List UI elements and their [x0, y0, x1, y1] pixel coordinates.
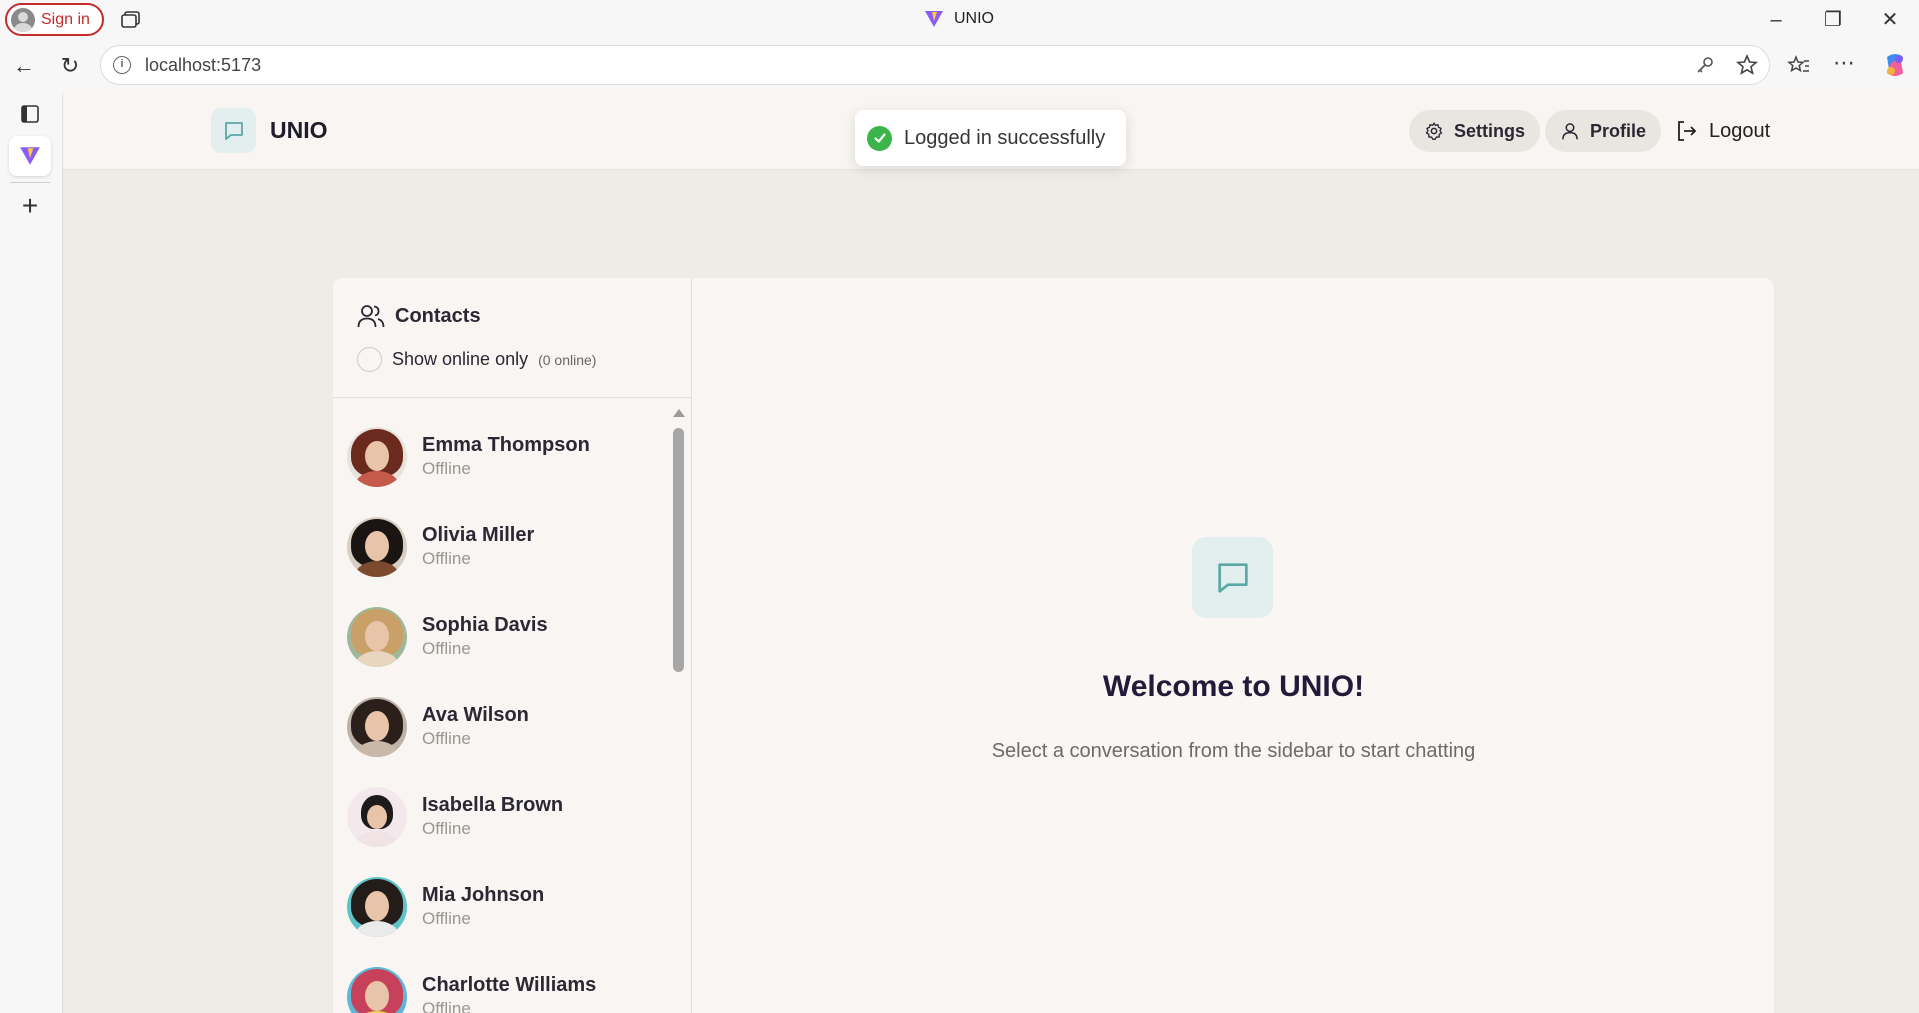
- welcome-title: Welcome to UNIO!: [1102, 670, 1365, 703]
- new-tab-plus-icon[interactable]: +: [16, 192, 44, 221]
- online-only-checkbox[interactable]: [357, 347, 382, 372]
- contact-name: Mia Johnson: [422, 884, 545, 906]
- avatar: [347, 967, 407, 1013]
- back-arrow-icon[interactable]: ←: [10, 52, 38, 80]
- browser-tab-strip: [0, 88, 62, 1013]
- online-only-label[interactable]: Show online only: [392, 349, 528, 370]
- scrollbar-thumb[interactable]: [673, 428, 684, 672]
- avatar: [347, 427, 407, 487]
- contacts-header: Contacts Show online only (0 online): [333, 278, 691, 398]
- toast-message: Logged in successfully: [904, 126, 1106, 149]
- avatar: [347, 787, 407, 847]
- contact-item[interactable]: Mia Johnson Offline: [347, 869, 667, 945]
- close-icon[interactable]: ✕: [1878, 8, 1902, 32]
- contact-item[interactable]: Ava Wilson Offline: [347, 689, 667, 765]
- contact-status: Offline: [422, 639, 471, 658]
- show-online-only-toggle[interactable]: Show online only (0 online): [357, 347, 596, 372]
- contact-name: Ava Wilson: [422, 704, 529, 726]
- brand-chat-icon: [211, 108, 256, 153]
- address-url[interactable]: localhost:5173: [145, 55, 261, 76]
- profile-label: Profile: [1590, 120, 1647, 141]
- copilot-icon[interactable]: [1881, 51, 1909, 79]
- favorites-list-icon[interactable]: [1787, 53, 1811, 77]
- vertical-tab-unio[interactable]: [9, 136, 51, 176]
- contacts-title-text: Contacts: [395, 304, 481, 327]
- contact-item[interactable]: Isabella Brown Offline: [347, 779, 667, 855]
- favorite-star-icon[interactable]: [1735, 53, 1759, 77]
- contact-status: Offline: [422, 549, 471, 568]
- contact-name: Olivia Miller: [422, 524, 535, 546]
- app-root: UNIO Settings Profile Logout Contacts Sh…: [62, 88, 1919, 1013]
- sign-in-label: Sign in: [41, 10, 90, 28]
- user-icon: [1562, 123, 1578, 140]
- contact-status: Offline: [422, 999, 471, 1013]
- gear-icon: [1425, 122, 1443, 140]
- contact-item[interactable]: Charlotte Williams Offline: [347, 959, 667, 1013]
- brand-name: UNIO: [270, 117, 328, 143]
- browser-titlebar: Sign in UNIO – ❐ ✕: [0, 0, 1919, 41]
- contact-name: Emma Thompson: [422, 434, 590, 456]
- avatar: [347, 697, 407, 757]
- profile-button[interactable]: Profile: [1545, 110, 1662, 152]
- scroll-up-arrow-icon[interactable]: [673, 409, 685, 417]
- key-icon[interactable]: [1693, 53, 1717, 77]
- contact-name: Sophia Davis: [422, 614, 548, 636]
- tab-actions-icon[interactable]: [120, 10, 142, 30]
- online-count: (0 online): [538, 351, 597, 368]
- contact-item[interactable]: Emma Thompson Offline: [347, 419, 667, 495]
- logout-icon: [1678, 121, 1697, 141]
- brand[interactable]: UNIO: [211, 108, 328, 153]
- contacts-list: Emma Thompson Offline Olivia Miller Offl…: [333, 399, 691, 1013]
- contact-status: Offline: [422, 819, 471, 838]
- window-title: UNIO: [924, 10, 994, 28]
- site-info-icon[interactable]: i: [113, 56, 131, 74]
- contact-status: Offline: [422, 909, 471, 928]
- address-bar[interactable]: i localhost:5173: [100, 45, 1770, 85]
- tab-strip-divider: [10, 182, 50, 183]
- welcome-chat-icon: [1192, 537, 1273, 618]
- refresh-icon[interactable]: ↻: [56, 52, 84, 80]
- login-success-toast: Logged in successfully: [855, 110, 1126, 166]
- contact-item[interactable]: Olivia Miller Offline: [347, 509, 667, 585]
- contacts-title: Contacts: [357, 303, 481, 329]
- contact-name: Isabella Brown: [422, 794, 564, 816]
- contacts-scrollbar[interactable]: [671, 405, 685, 1013]
- contact-item[interactable]: Sophia Davis Offline: [347, 599, 667, 675]
- contact-status: Offline: [422, 729, 471, 748]
- avatar: [347, 607, 407, 667]
- logout-button[interactable]: Logout: [1660, 110, 1785, 152]
- welcome-panel: Welcome to UNIO! Select a conversation f…: [693, 278, 1774, 1013]
- users-icon: [357, 305, 385, 328]
- avatar: [347, 877, 407, 937]
- minimize-icon[interactable]: –: [1764, 8, 1788, 32]
- profile-avatar-icon: [11, 7, 35, 32]
- vite-logo-icon: [925, 11, 943, 27]
- contact-name: Charlotte Williams: [422, 974, 597, 996]
- contact-status: Offline: [422, 459, 471, 478]
- check-circle-icon: [867, 125, 892, 151]
- more-options-icon[interactable]: ⋯: [1832, 52, 1856, 77]
- vite-tab-icon: [20, 147, 40, 165]
- settings-button[interactable]: Settings: [1409, 110, 1541, 152]
- sign-in-button[interactable]: Sign in: [5, 3, 104, 36]
- restore-icon[interactable]: ❐: [1821, 8, 1845, 32]
- window-title-text: UNIO: [954, 10, 994, 27]
- contacts-panel: Contacts Show online only (0 online) Emm…: [333, 278, 692, 1013]
- avatar: [347, 517, 407, 577]
- logout-label: Logout: [1709, 119, 1771, 142]
- main-card: Contacts Show online only (0 online) Emm…: [333, 278, 1774, 1013]
- tab-sidebar-icon[interactable]: [16, 100, 44, 128]
- settings-label: Settings: [1454, 120, 1526, 141]
- welcome-subtitle: Select a conversation from the sidebar t…: [991, 740, 1476, 762]
